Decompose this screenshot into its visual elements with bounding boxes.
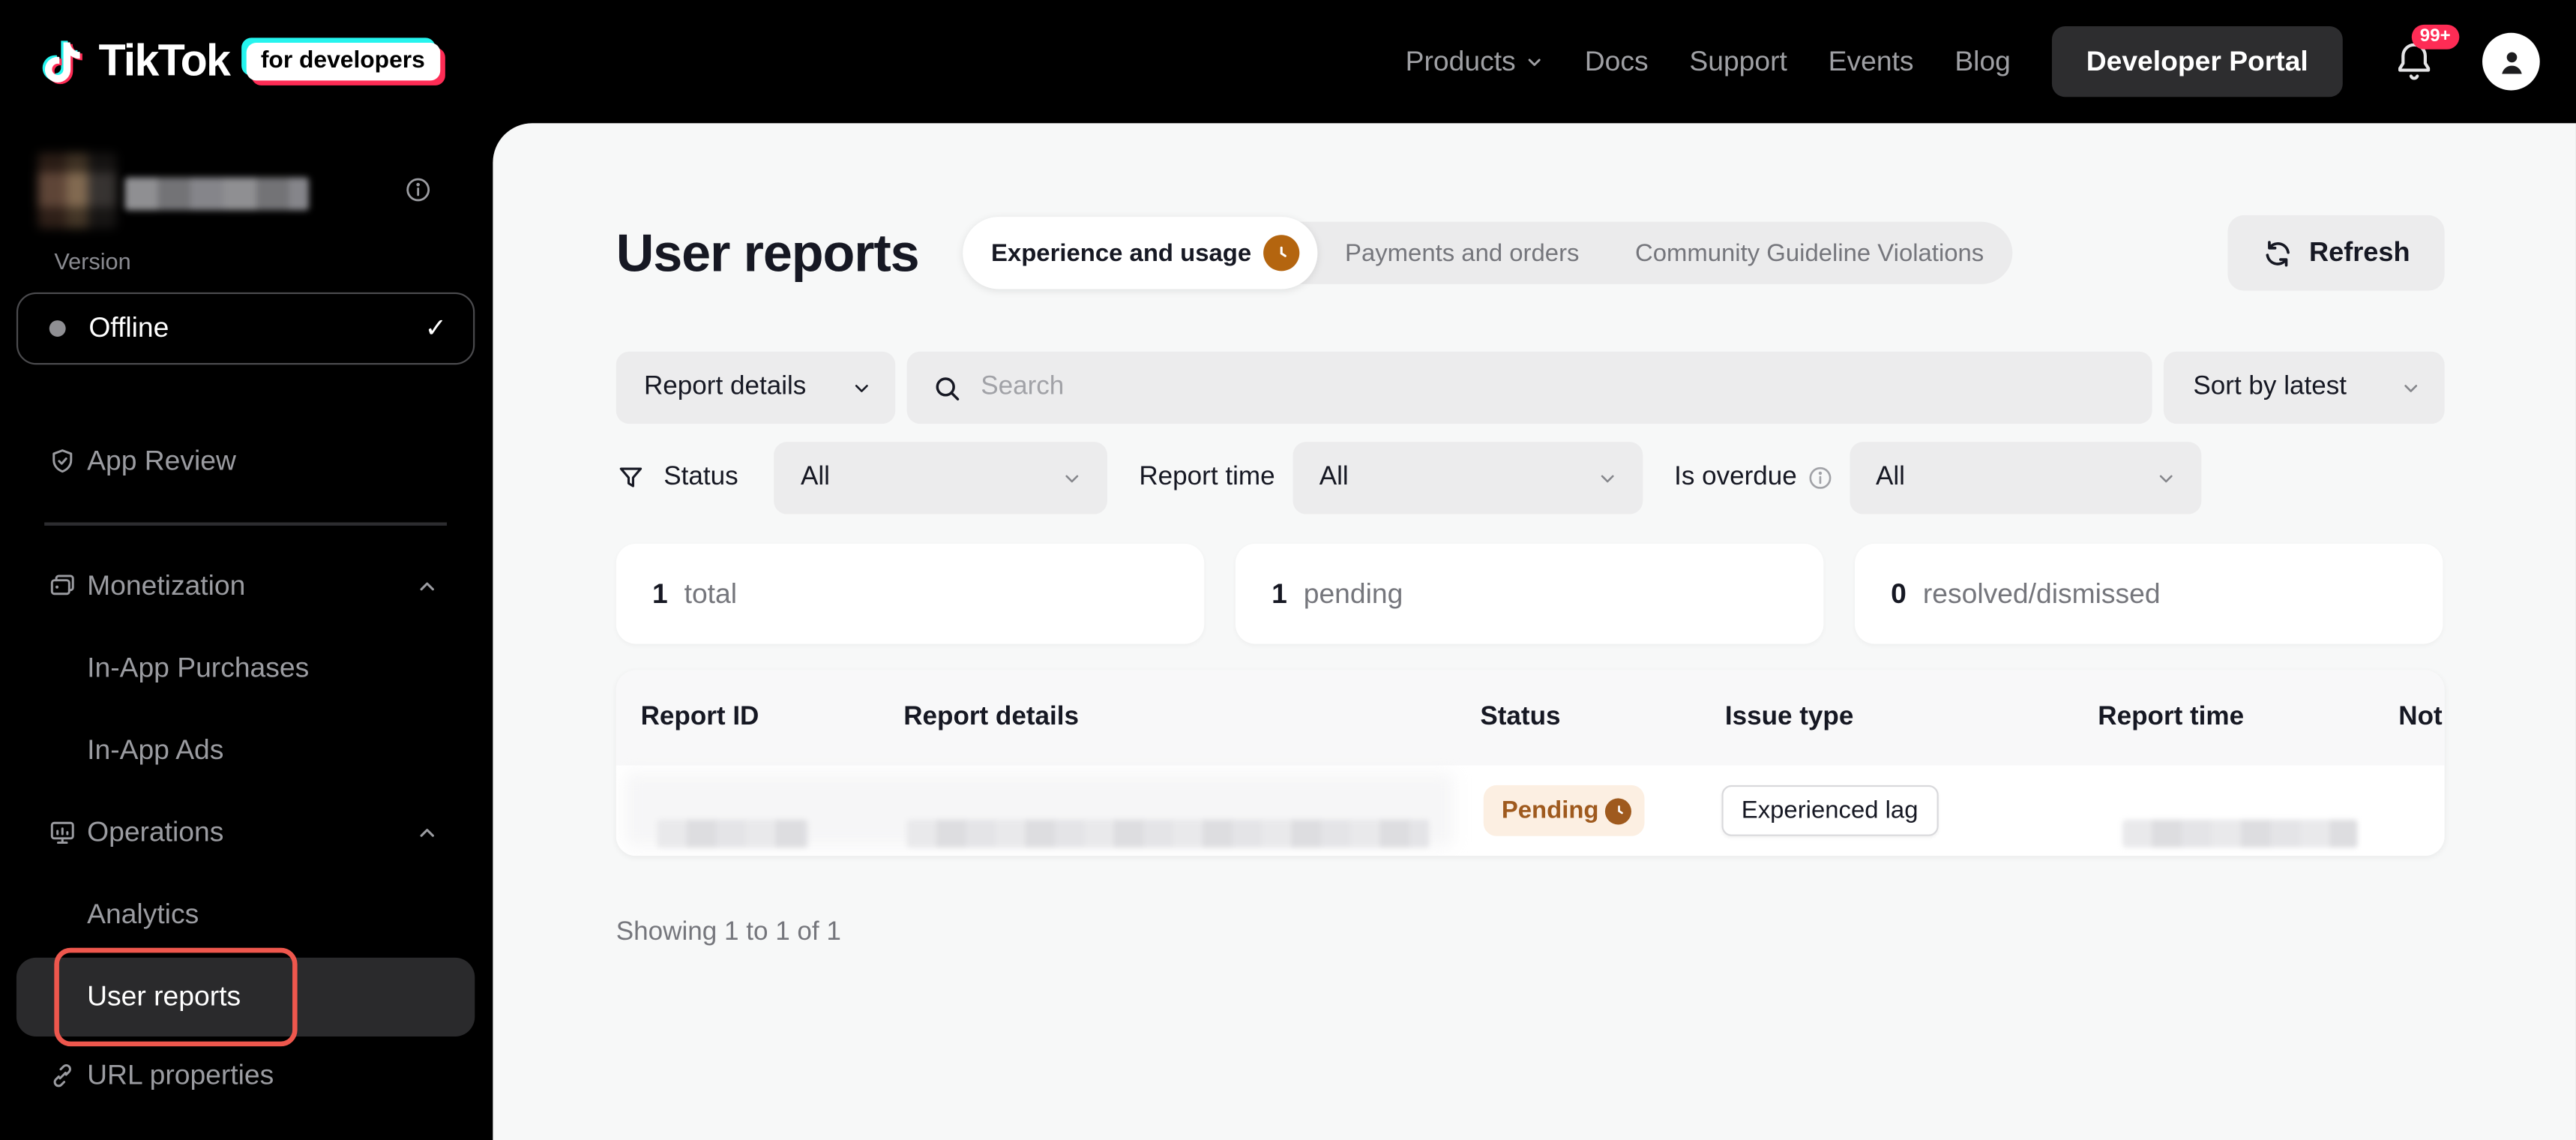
search-field[interactable] [906,351,2152,424]
filters-row: Status All Report time All Is overdue Al… [616,442,2445,514]
shield-check-icon [48,447,77,476]
chevron-up-icon[interactable] [415,575,439,598]
sidebar-item-url-properties[interactable]: URL properties [0,1046,493,1106]
refresh-icon [2261,237,2293,268]
sidebar-item-user-reports[interactable]: User reports [87,958,241,1036]
col-issue-type: Issue type [1724,703,1854,731]
sidebar-item-monetization[interactable]: Monetization [0,556,493,616]
info-icon[interactable] [404,176,432,203]
col-report-time: Report time [2098,703,2245,731]
chevron-down-icon [1524,52,1544,71]
tab-experience-and-usage[interactable]: Experience and usage [963,217,1317,290]
report-time-filter-dropdown[interactable]: All [1292,442,1643,514]
page-title: User reports [616,222,920,282]
app-window: TikTok for developers Products Docs Supp… [0,0,2576,1140]
stats-row: 1 total 1 pending 0 resolved/dismissed [616,543,2445,644]
for-developers-badge: for developers [246,42,440,81]
nav-products[interactable]: Products [1406,45,1544,78]
nav-blog[interactable]: Blog [1954,45,2011,78]
nav-events[interactable]: Events [1829,45,1914,78]
sidebar-item-analytics[interactable]: Analytics [0,886,493,945]
pagination-summary: Showing 1 to 1 of 1 [616,918,841,946]
top-nav-links: Products Docs Support Events Blog Develo… [1364,23,2540,98]
sidebar-item-operations[interactable]: Operations [0,803,493,862]
version-select[interactable]: Offline ✓ [16,292,475,365]
notifications-bell[interactable]: 99+ [2392,23,2459,86]
sidebar: Version Webhooks Offline ✓ App Review Mo… [0,123,493,1140]
sidebar-item-in-app-ads[interactable]: In-App Ads [0,721,493,780]
report-category-tabs: Experience and usage Payments and orders… [963,217,2012,290]
tab-community-guideline-violations[interactable]: Community Guideline Violations [1607,222,2012,284]
stat-card-total: 1 total [616,543,1205,644]
tiktok-logo[interactable]: TikTok for developers [36,32,440,92]
table-row[interactable]: Pending Experienced lag [616,765,2445,856]
person-icon [2501,51,2521,74]
chevron-down-icon [851,377,872,398]
sidebar-item-in-app-purchases[interactable]: In-App Purchases [0,639,493,698]
developer-portal-button[interactable]: Developer Portal [2051,26,2343,98]
page-header-row: User reports Experience and usage Paymen… [616,214,2445,291]
search-icon [931,372,963,404]
offline-status-dot [49,320,66,337]
info-icon[interactable] [1807,465,1833,491]
main-panel: User reports Experience and usage Paymen… [493,123,2576,1140]
brand-wordmark: TikTok [98,36,230,86]
app-name-redacted [124,177,309,211]
report-time-filter-label: Report time [1139,463,1275,491]
chevron-up-icon[interactable] [415,821,439,844]
nav-docs[interactable]: Docs [1585,45,1649,78]
active-item-background [16,957,475,1037]
is-overdue-filter-label: Is overdue [1674,463,1797,491]
search-input[interactable] [981,373,2128,403]
notification-count-badge: 99+ [2411,23,2459,49]
report-details-dropdown[interactable]: Report details [616,351,896,424]
col-report-id: Report ID [640,703,759,731]
avatar[interactable] [2482,32,2540,91]
search-row: Report details Sort by latest [616,351,2445,424]
filter-funnel-icon [616,464,645,493]
report-id-redacted [657,819,809,848]
version-label: Version [54,248,131,274]
refresh-button[interactable]: Refresh [2227,214,2445,291]
nav-support[interactable]: Support [1689,45,1787,78]
table-header: Report ID Report details Status Issue ty… [616,670,2445,766]
col-status: Status [1480,703,1561,731]
report-time-redacted [2122,819,2358,848]
link-icon [48,1061,77,1090]
issue-type-chip: Experienced lag [1721,784,1938,836]
status-filter-label: Status [663,463,738,491]
chevron-down-icon [1597,467,1618,488]
clock-icon [1605,797,1632,824]
chevron-down-icon [2155,467,2176,488]
stat-card-pending: 1 pending [1235,543,1824,644]
tab-payments-and-orders[interactable]: Payments and orders [1317,222,1607,284]
is-overdue-filter-dropdown[interactable]: All [1849,442,2201,514]
chevron-down-icon [2400,377,2421,398]
top-navigation-bar: TikTok for developers Products Docs Supp… [0,0,2576,124]
tiktok-note-icon [36,32,88,92]
sidebar-divider [44,522,448,526]
col-note-clipped: Not [2398,703,2443,731]
pending-clock-badge-icon [1263,235,1299,272]
app-icon-redacted [37,152,117,229]
check-icon: ✓ [424,315,448,344]
reports-table: Report ID Report details Status Issue ty… [616,670,2445,856]
status-filter-dropdown[interactable]: All [774,442,1108,514]
col-report-details: Report details [903,703,1079,731]
monitor-chart-icon [48,818,77,848]
sidebar-item-app-review[interactable]: App Review [0,432,493,491]
chevron-down-icon [1062,467,1083,488]
sort-dropdown[interactable]: Sort by latest [2163,351,2445,424]
report-details-redacted [906,819,1430,848]
stat-card-resolved: 0 resolved/dismissed [1854,543,2443,644]
version-selected-value: Offline [88,312,169,344]
status-badge-pending: Pending [1483,784,1645,836]
wallet-icon [48,572,77,601]
